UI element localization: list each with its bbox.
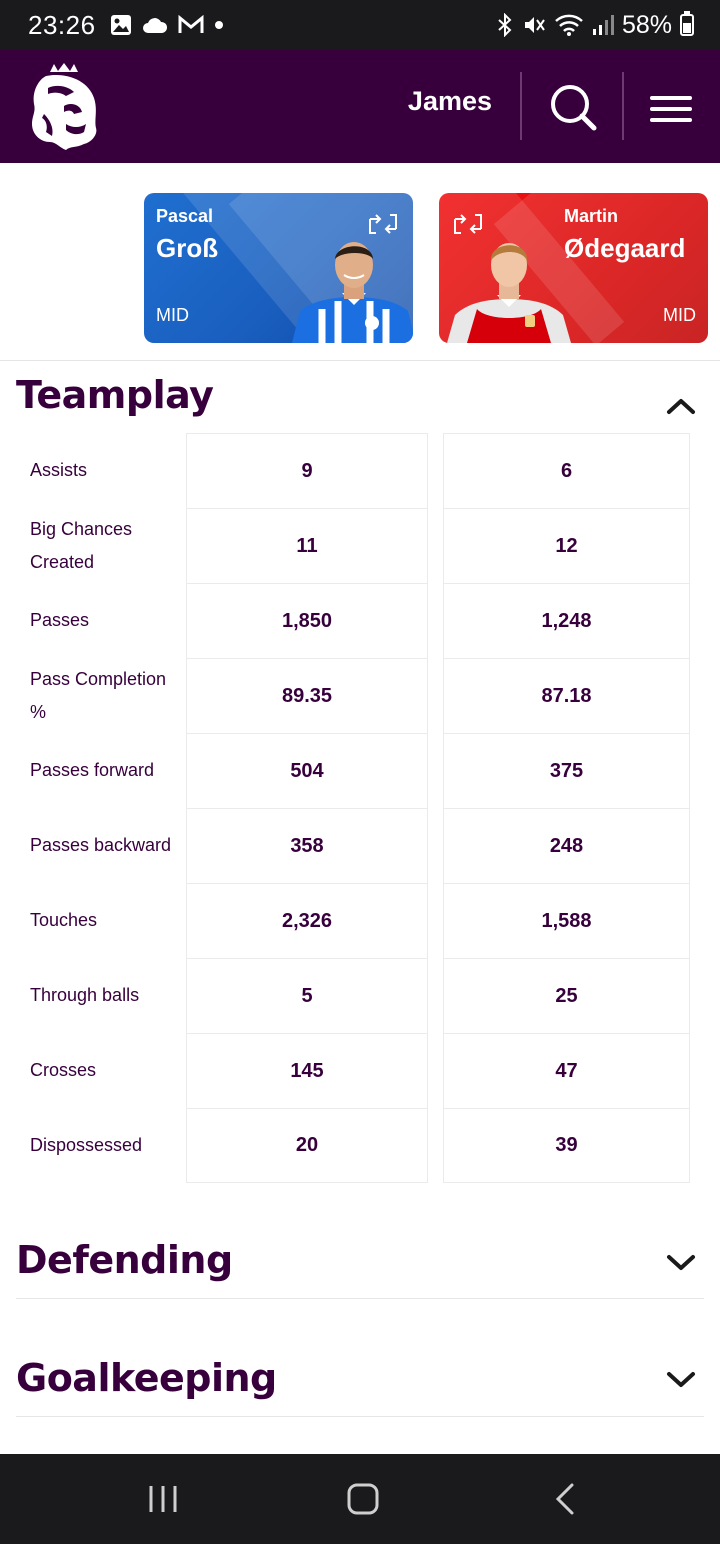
- stat-value-player-b: 1,248: [443, 583, 690, 658]
- cloud-icon: [142, 18, 167, 33]
- stat-row: Pass Completion % 89.35 87.18: [0, 658, 720, 733]
- hamburger-menu-icon[interactable]: [650, 96, 692, 122]
- recent-apps-icon[interactable]: [148, 1482, 178, 1516]
- stat-label: Passes: [30, 610, 90, 630]
- status-bar: 23:26 58%: [0, 0, 720, 50]
- username-button[interactable]: James: [408, 86, 492, 117]
- player-position: MID: [156, 305, 189, 325]
- player-card-left[interactable]: Pascal Groß MID: [144, 193, 413, 343]
- stat-label: Big Chances Created: [30, 518, 133, 572]
- chevron-down-icon[interactable]: [666, 1253, 696, 1273]
- player-last-name: Ødegaard: [564, 233, 686, 263]
- section-title-goalkeeping[interactable]: Goalkeeping: [16, 1356, 277, 1400]
- header-divider: [520, 72, 522, 140]
- battery-percent: 58%: [621, 10, 672, 39]
- section-title-teamplay[interactable]: Teamplay: [16, 373, 214, 417]
- home-icon[interactable]: [346, 1482, 380, 1516]
- stat-value-player-b: 25: [443, 958, 690, 1033]
- stat-value-player-a: 358: [186, 808, 428, 883]
- teamplay-stats-table: Assists 9 6 Big Chances Created 11 12 Passes 1,…: [0, 433, 720, 1183]
- stat-value-player-a: 2,326: [186, 883, 428, 958]
- player-card-right[interactable]: Martin Ødegaard MID: [439, 193, 708, 343]
- stat-value-player-b: 248: [443, 808, 690, 883]
- stat-value-player-b: 87.18: [443, 658, 690, 733]
- section-divider: [16, 1298, 704, 1299]
- stat-row: Passes 1,850 1,248: [0, 583, 720, 658]
- stat-label: Crosses: [30, 1060, 97, 1080]
- stat-label: Touches: [30, 910, 98, 930]
- stat-row: Through balls 5 25: [0, 958, 720, 1033]
- stat-value-player-a: 1,850: [186, 583, 428, 658]
- bluetooth-icon: [498, 13, 512, 37]
- stat-value-player-a: 5: [186, 958, 428, 1033]
- player-first-name: Martin: [564, 206, 618, 226]
- back-icon[interactable]: [552, 1482, 578, 1516]
- stat-value-player-b: 47: [443, 1033, 690, 1108]
- stat-label: Dispossessed: [30, 1135, 143, 1155]
- stat-label: Through balls: [30, 985, 140, 1005]
- stat-label: Assists: [30, 460, 88, 480]
- stat-value-player-a: 9: [186, 433, 428, 508]
- signal-icon: [592, 15, 614, 35]
- stat-value-player-a: 145: [186, 1033, 428, 1108]
- section-divider: [16, 1416, 704, 1417]
- stat-value-player-a: 20: [186, 1108, 428, 1183]
- stat-label: Pass Completion %: [30, 668, 167, 722]
- stat-label: Passes forward: [30, 760, 155, 780]
- gallery-icon: [110, 15, 131, 35]
- player-position: MID: [663, 305, 696, 325]
- stat-value-player-a: 89.35: [186, 658, 428, 733]
- player-first-name: Pascal: [156, 206, 214, 226]
- stat-value-player-a: 11: [186, 508, 428, 583]
- stat-row: Dispossessed 20 39: [0, 1108, 720, 1183]
- stat-value-player-b: 12: [443, 508, 690, 583]
- player-photo: [447, 243, 571, 343]
- gmail-icon: [178, 15, 204, 33]
- wifi-icon: [555, 14, 583, 36]
- premier-league-logo-icon[interactable]: [26, 62, 102, 152]
- stat-row: Passes backward 358 248: [0, 808, 720, 883]
- search-icon[interactable]: [548, 82, 598, 132]
- stat-value-player-b: 1,588: [443, 883, 690, 958]
- stat-value-player-b: 375: [443, 733, 690, 808]
- notification-dot-icon: [214, 21, 223, 29]
- battery-icon: [680, 11, 694, 36]
- stat-row: Touches 2,326 1,588: [0, 883, 720, 958]
- chevron-up-icon[interactable]: [666, 396, 696, 416]
- stat-label: Passes backward: [30, 835, 172, 855]
- status-time: 23:26: [28, 9, 96, 40]
- player-compare-cards: Pascal Groß MID Martin Ødegaard MID: [0, 163, 720, 361]
- stat-row: Crosses 145 47: [0, 1033, 720, 1108]
- stat-value-player-b: 6: [443, 433, 690, 508]
- android-nav-bar: [0, 1454, 720, 1544]
- stat-row: Big Chances Created 11 12: [0, 508, 720, 583]
- section-title-defending[interactable]: Defending: [16, 1238, 233, 1282]
- stat-row: Passes forward 504 375: [0, 733, 720, 808]
- stat-row: Assists 9 6: [0, 433, 720, 508]
- stat-value-player-b: 39: [443, 1108, 690, 1183]
- app-header: James: [0, 50, 720, 163]
- chevron-down-icon[interactable]: [666, 1370, 696, 1390]
- mute-icon: [524, 17, 545, 33]
- stat-value-player-a: 504: [186, 733, 428, 808]
- player-photo: [292, 242, 413, 343]
- header-divider: [622, 72, 624, 140]
- player-last-name: Groß: [156, 233, 219, 263]
